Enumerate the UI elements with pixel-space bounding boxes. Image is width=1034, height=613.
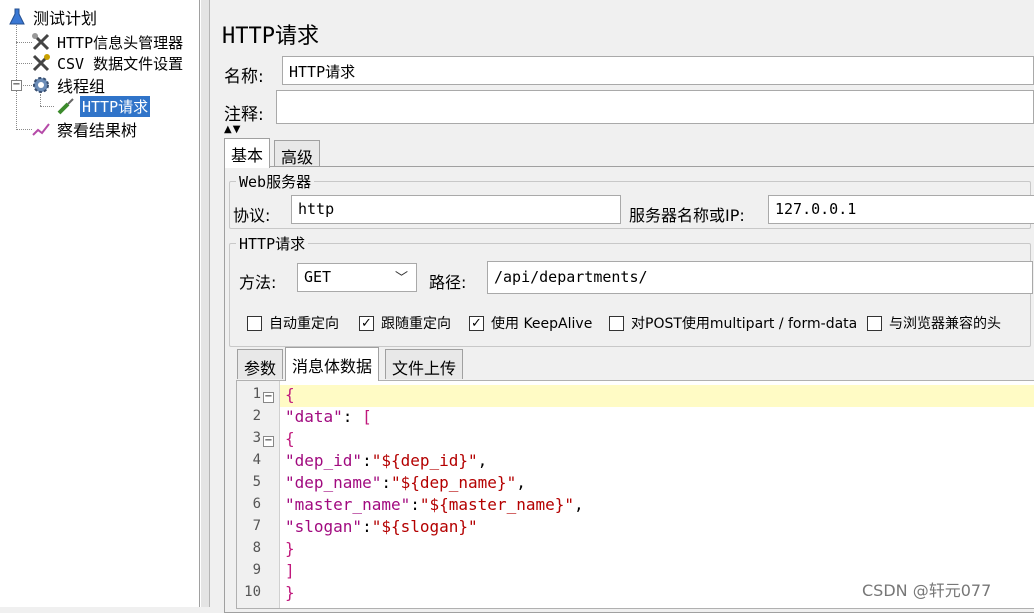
wrench-screwdriver-icon <box>30 32 52 52</box>
tree-node-result-tree[interactable]: 察看结果树 <box>30 118 139 140</box>
code-line: { <box>285 385 295 404</box>
chart-icon <box>30 119 52 139</box>
tree-node-http-request[interactable]: HTTP请求 <box>55 95 151 117</box>
gear-icon <box>30 75 52 95</box>
code-line: "data": [ <box>285 407 372 426</box>
fold-toggle-icon[interactable]: − <box>263 436 274 447</box>
tab-file-upload[interactable]: 文件上传 <box>385 349 464 379</box>
name-input[interactable]: HTTP请求 <box>282 56 1034 85</box>
protocol-label: 协议: <box>233 206 271 225</box>
tab-advanced[interactable]: 高级 <box>274 140 321 168</box>
line-number: 9 <box>252 562 261 578</box>
watermark: CSDN @轩元077 <box>862 581 992 600</box>
server-name-label: 服务器名称或IP: <box>629 206 745 225</box>
code-line: ] <box>285 561 295 580</box>
code-line: "slogan":"${slogan}" <box>285 517 478 536</box>
fold-toggle-icon[interactable]: − <box>263 392 274 403</box>
chevron-down-icon: ﹀ <box>394 271 408 286</box>
tab-body-data[interactable]: 消息体数据 <box>285 347 380 381</box>
line-number: 6 <box>252 496 261 512</box>
browser-headers-checkbox[interactable]: 与浏览器兼容的头 <box>867 313 1001 333</box>
tree-node-thread-group[interactable]: 线程组 <box>30 74 107 96</box>
pipette-icon <box>55 96 77 116</box>
http-request-panel: HTTP请求 名称: HTTP请求 注释: ▲▼ 基本 高级 Web服务器 协议… <box>210 0 1034 613</box>
code-line: "master_name":"${master_name}", <box>285 495 584 514</box>
panel-splitter[interactable] <box>200 0 210 607</box>
tree-node-csv-config[interactable]: CSV 数据文件设置 <box>30 52 185 74</box>
path-input[interactable]: /api/departments/ <box>487 261 1033 294</box>
web-server-legend: Web服务器 <box>239 173 312 191</box>
checkbox-box <box>867 315 882 331</box>
code-line: { <box>285 429 295 448</box>
comment-input[interactable] <box>276 90 1034 124</box>
checkmark-icon: ✓ <box>469 315 484 331</box>
test-plan-tree: − 测试计划 HTTP信息头管理器 CSV 数据文件设置 线程组 HTTP请求 <box>0 0 200 607</box>
line-number: 1 <box>252 386 261 402</box>
line-number: 7 <box>252 518 261 534</box>
test-plan-flask-icon <box>6 7 28 27</box>
tab-basic[interactable]: 基本 <box>224 138 271 168</box>
line-number: 8 <box>252 540 261 556</box>
checkmark-icon: ✓ <box>359 315 374 331</box>
line-number: 2 <box>252 408 261 424</box>
line-number: 10 <box>244 584 261 600</box>
http-request-legend: HTTP请求 <box>239 235 306 253</box>
tree-connector <box>40 106 54 107</box>
multipart-checkbox[interactable]: 对POST使用multipart / form-data <box>609 313 857 333</box>
collapse-arrows-icon[interactable]: ▲▼ <box>224 124 241 135</box>
current-line-highlight <box>280 385 1034 407</box>
protocol-input[interactable]: http <box>291 195 621 224</box>
path-label: 路径: <box>429 273 467 292</box>
code-line: } <box>285 583 295 602</box>
line-number: 4 <box>252 452 261 468</box>
page-title: HTTP请求 <box>222 24 319 49</box>
line-number: 5 <box>252 474 261 490</box>
line-number: 3 <box>252 430 261 446</box>
tab-parameters[interactable]: 参数 <box>237 349 284 379</box>
follow-redirect-checkbox[interactable]: ✓ 跟随重定向 <box>359 313 451 333</box>
method-value: GET <box>304 268 332 286</box>
code-line: "dep_id":"${dep_id}", <box>285 451 488 470</box>
checkbox-box <box>609 315 624 331</box>
server-name-input[interactable]: 127.0.0.1 <box>768 195 1034 224</box>
code-line: } <box>285 539 295 558</box>
method-select[interactable]: GET ﹀ <box>297 263 417 292</box>
keepalive-checkbox[interactable]: ✓ 使用 KeepAlive <box>469 313 592 333</box>
code-line: "dep_name":"${dep_name}", <box>285 473 526 492</box>
checkbox-box <box>247 315 262 331</box>
tree-node-test-plan[interactable]: 测试计划 <box>6 6 99 28</box>
comment-label: 注释: <box>224 105 264 125</box>
method-label: 方法: <box>239 273 277 292</box>
tree-connector <box>16 22 17 130</box>
tree-node-header-manager[interactable]: HTTP信息头管理器 <box>30 31 185 53</box>
wrench-screwdriver-icon <box>30 53 52 73</box>
body-data-editor[interactable]: − − 1 2 3 4 5 6 7 8 9 10 { "data": [ { "dep_id":"${de… <box>236 380 1034 609</box>
auto-redirect-checkbox[interactable]: 自动重定向 <box>247 313 339 333</box>
name-label: 名称: <box>224 67 264 87</box>
collapse-toggle-icon[interactable]: − <box>11 80 22 91</box>
